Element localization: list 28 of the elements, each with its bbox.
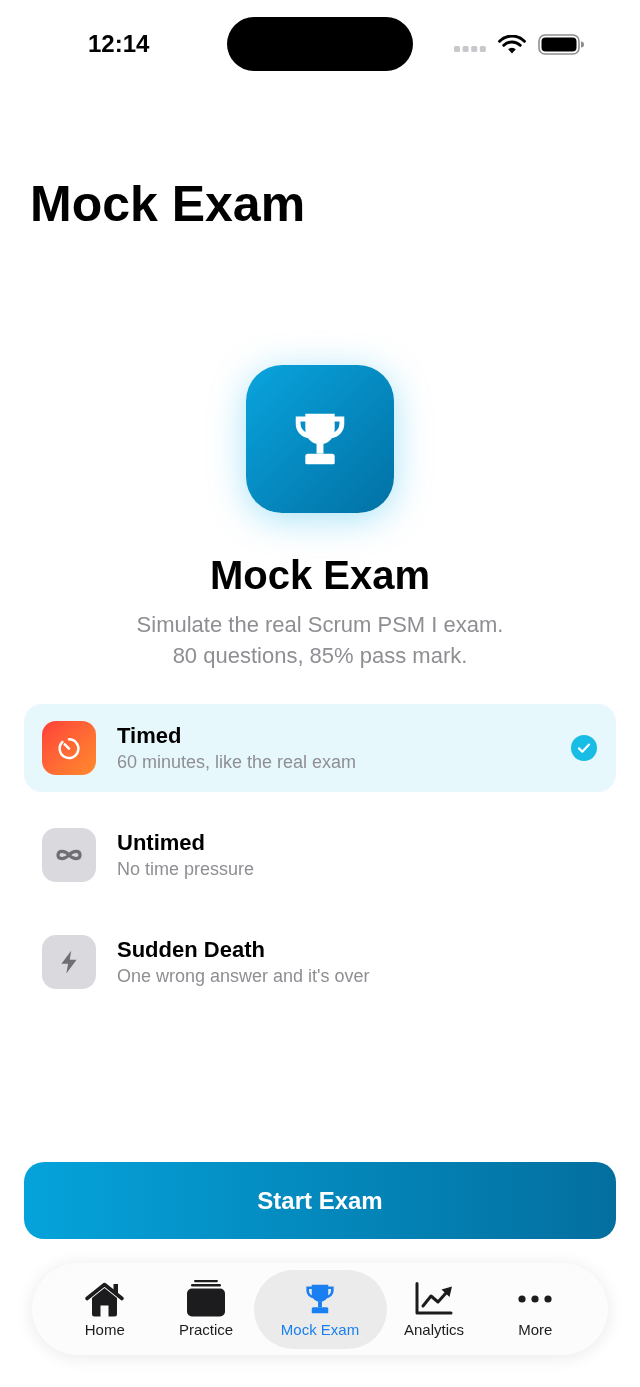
page-title: Mock Exam	[30, 178, 306, 231]
description-text: Simulate the real Scrum PSM I exam. 80 questions, 85% pass mark.	[136, 611, 504, 670]
tab[interactable]: Analytics	[386, 1269, 482, 1349]
ellipsis-icon	[518, 1294, 553, 1303]
tab[interactable]: Home	[51, 1269, 159, 1349]
battery-icon	[538, 33, 584, 55]
option-title: Untimed	[117, 829, 205, 856]
tab[interactable]: More	[481, 1269, 589, 1349]
option-title: Sudden Death	[117, 936, 265, 963]
wifi-icon	[498, 34, 526, 54]
option-title: Timed	[117, 722, 182, 749]
home-icon	[84, 1280, 126, 1317]
timer-icon	[42, 721, 96, 775]
option-subtitle: 60 minutes, like the real exam	[117, 750, 357, 774]
start-exam-button[interactable]: Start Exam	[24, 1162, 616, 1239]
infinity-icon	[42, 828, 96, 882]
option-subtitle: One wrong answer and it's over	[117, 964, 370, 988]
line-chart-icon	[415, 1282, 453, 1315]
mode-option[interactable]: Timed 60 minutes, like the real exam	[24, 704, 616, 792]
trophy-icon	[246, 365, 394, 513]
lightning-icon	[42, 935, 96, 989]
tab[interactable]: Practice	[158, 1269, 254, 1349]
hero-title: Mock Exam	[209, 552, 431, 599]
check-icon	[571, 735, 597, 761]
option-subtitle: No time pressure	[117, 857, 255, 881]
status-time: 12:14	[88, 30, 150, 58]
signal-icon	[454, 46, 486, 52]
card-stack-icon	[186, 1280, 226, 1317]
